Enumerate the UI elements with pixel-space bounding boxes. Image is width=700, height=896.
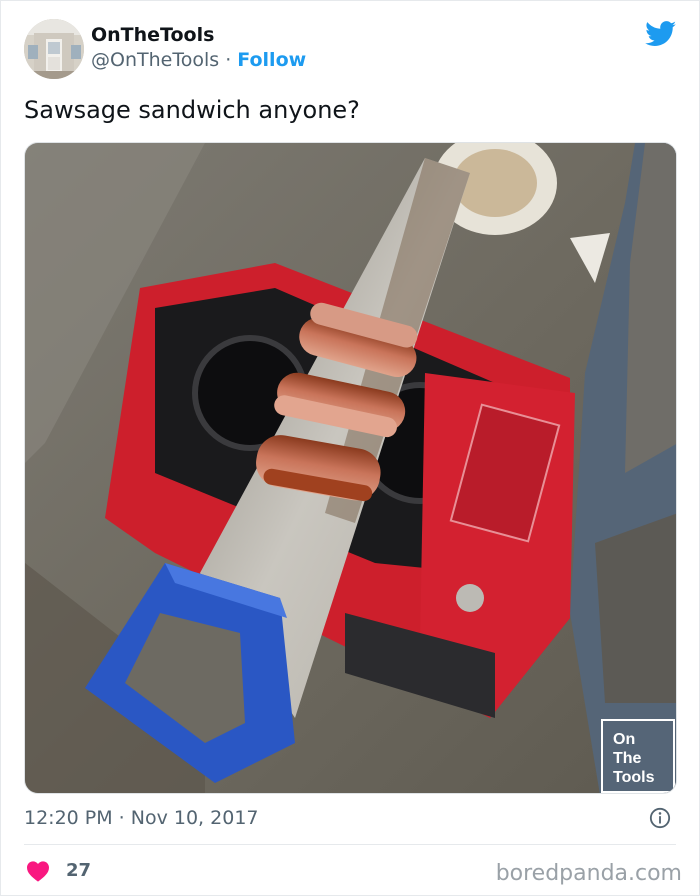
tweet-photo[interactable]: On The Tools <box>24 142 677 794</box>
user-handle[interactable]: @OnTheTools <box>91 49 219 71</box>
like-count: 27 <box>66 860 92 881</box>
follow-button[interactable]: Follow <box>237 49 306 71</box>
avatar[interactable] <box>24 19 84 79</box>
separator-dot: · <box>225 49 232 71</box>
tweet-timestamp[interactable]: 12:20 PM · Nov 10, 2017 <box>24 806 259 830</box>
heart-icon[interactable] <box>26 860 50 882</box>
photo-saw-sausages-stove: On The Tools <box>25 143 676 793</box>
tweet-header: OnTheTools @OnTheTools · Follow <box>24 19 677 79</box>
tweet-card: OnTheTools @OnTheTools · Follow Sawsage … <box>0 0 700 896</box>
info-icon[interactable] <box>649 807 671 829</box>
handle-line: @OnTheTools · Follow <box>91 48 306 72</box>
user-names: OnTheTools @OnTheTools · Follow <box>91 24 306 72</box>
site-watermark: boredpanda.com <box>495 861 682 886</box>
photo-watermark-line3: Tools <box>613 769 655 786</box>
tweet-text: Sawsage sandwich anyone? <box>24 96 360 124</box>
avatar-image <box>24 19 84 79</box>
photo-watermark-line2: The <box>613 750 642 767</box>
display-name[interactable]: OnTheTools <box>91 24 306 46</box>
divider <box>24 844 676 845</box>
photo-watermark-line1: On <box>613 731 635 748</box>
twitter-bird-icon[interactable] <box>645 21 677 47</box>
